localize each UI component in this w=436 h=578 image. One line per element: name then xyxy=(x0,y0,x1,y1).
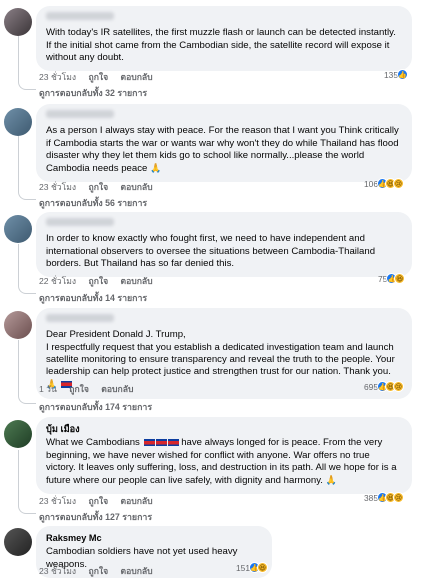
reaction-count: 135 xyxy=(384,69,398,80)
reaction-summary[interactable]: 106 👍 😆 😢 xyxy=(364,178,404,189)
view-replies-link[interactable]: ดูการตอบกลับทั้ง 127 รายการ xyxy=(39,510,152,524)
comment-actions: 1 วัน ถูกใจ ตอบกลับ xyxy=(39,382,143,396)
pray-emoji-icon: 🙏 xyxy=(150,163,162,174)
cambodia-flag-icon xyxy=(155,439,167,447)
author-name-blurred[interactable] xyxy=(46,314,114,322)
reply-button[interactable]: ตอบกลับ xyxy=(121,496,153,506)
comment-actions: 23 ชั่วโมง ถูกใจ ตอบกลับ xyxy=(39,70,163,84)
reaction-count: 695 xyxy=(364,381,378,392)
comment-text: In order to know exactly who fought firs… xyxy=(46,233,376,269)
author-name-blurred[interactable] xyxy=(46,110,114,118)
reply-button[interactable]: ตอบกลับ xyxy=(121,72,153,82)
comment-text: What we Cambodians have always longed fo… xyxy=(46,437,397,487)
avatar[interactable] xyxy=(4,311,32,339)
author-name[interactable]: Raksmey Mc xyxy=(46,532,262,544)
reply-button[interactable]: ตอบกลับ xyxy=(121,182,153,192)
comment-actions: 23 ชั่วโมง ถูกใจ ตอบกลับ xyxy=(39,494,163,508)
like-button[interactable]: ถูกใจ xyxy=(88,496,108,506)
thread-connector xyxy=(18,244,36,294)
view-replies-link[interactable]: ดูการตอบกลับทั้ง 32 รายการ xyxy=(39,86,147,100)
like-button[interactable]: ถูกใจ xyxy=(88,182,108,192)
comment-text: As a person I always stay with peace. Fo… xyxy=(46,125,399,175)
timestamp[interactable]: 1 วัน xyxy=(39,384,57,394)
comment-bubble: In order to know exactly who fought firs… xyxy=(36,212,412,278)
like-button[interactable]: ถูกใจ xyxy=(88,566,108,576)
comment-greeting: Dear President Donald J. Trump, xyxy=(46,329,186,341)
comment-bubble: As a person I always stay with peace. Fo… xyxy=(36,104,412,183)
reaction-count: 151 xyxy=(236,562,250,573)
reaction-summary[interactable]: 135 👍 xyxy=(384,69,408,80)
avatar[interactable] xyxy=(4,8,32,36)
thread-connector xyxy=(18,450,36,514)
thread-connector xyxy=(18,136,36,200)
like-button[interactable]: ถูกใจ xyxy=(88,276,108,286)
comment-bubble: With today's IR satellites, the first mu… xyxy=(36,6,412,72)
cambodia-flag-icon xyxy=(167,439,179,447)
view-replies-link[interactable]: ดูการตอบกลับทั้ง 56 รายการ xyxy=(39,196,147,210)
reply-button[interactable]: ตอบกลับ xyxy=(101,384,133,394)
reaction-summary[interactable]: 695 👍 😆 😢 xyxy=(364,381,404,392)
view-replies-link[interactable]: ดูการตอบกลับทั้ง 14 รายการ xyxy=(39,291,147,305)
reaction-count: 106 xyxy=(364,178,378,189)
thread-connector xyxy=(18,340,36,404)
haha-icon: 😆 xyxy=(256,562,268,573)
timestamp[interactable]: 22 ชั่วโมง xyxy=(39,276,76,286)
like-button[interactable]: ถูกใจ xyxy=(88,72,108,82)
comment-actions: 23 ชั่วโมง ถูกใจ ตอบกลับ xyxy=(39,564,163,578)
comment-text: With today's IR satellites, the first mu… xyxy=(46,27,396,63)
cambodia-flag-icon xyxy=(143,439,155,447)
thread-connector xyxy=(18,36,36,90)
timestamp[interactable]: 23 ชั่วโมง xyxy=(39,496,76,506)
sad-icon: 😢 xyxy=(392,178,404,189)
comment-bubble: บุ้ม เมือง What we Cambodians have alway… xyxy=(36,417,412,495)
avatar[interactable] xyxy=(4,108,32,136)
avatar[interactable] xyxy=(4,420,32,448)
avatar[interactable] xyxy=(4,215,32,243)
reply-button[interactable]: ตอบกลับ xyxy=(121,566,153,576)
reaction-count: 385 xyxy=(364,492,378,503)
pray-emoji-icon: 🙏 xyxy=(325,475,337,486)
timestamp[interactable]: 23 ชั่วโมง xyxy=(39,72,76,82)
sad-icon: 😢 xyxy=(392,381,404,392)
haha-icon: 😆 xyxy=(394,273,406,284)
author-name-blurred[interactable] xyxy=(46,12,114,20)
view-replies-link[interactable]: ดูการตอบกลับทั้ง 174 รายการ xyxy=(39,400,152,414)
reply-button[interactable]: ตอบกลับ xyxy=(121,276,153,286)
sad-icon: 😢 xyxy=(392,492,404,503)
like-icon: 👍 xyxy=(396,69,408,80)
timestamp[interactable]: 23 ชั่วโมง xyxy=(39,182,76,192)
timestamp[interactable]: 23 ชั่วโมง xyxy=(39,566,76,576)
avatar[interactable] xyxy=(4,528,32,556)
comment-actions: 23 ชั่วโมง ถูกใจ ตอบกลับ xyxy=(39,180,163,194)
reaction-summary[interactable]: 151 👍 😆 xyxy=(236,562,268,573)
author-name-blurred[interactable] xyxy=(46,218,114,226)
comment-actions: 22 ชั่วโมง ถูกใจ ตอบกลับ xyxy=(39,274,163,288)
like-button[interactable]: ถูกใจ xyxy=(69,384,89,394)
author-name[interactable]: บุ้ม เมือง xyxy=(46,423,402,435)
reaction-summary[interactable]: 385 👍 😆 😢 xyxy=(364,492,404,503)
reaction-summary[interactable]: 75 👍 😆 xyxy=(378,273,406,284)
